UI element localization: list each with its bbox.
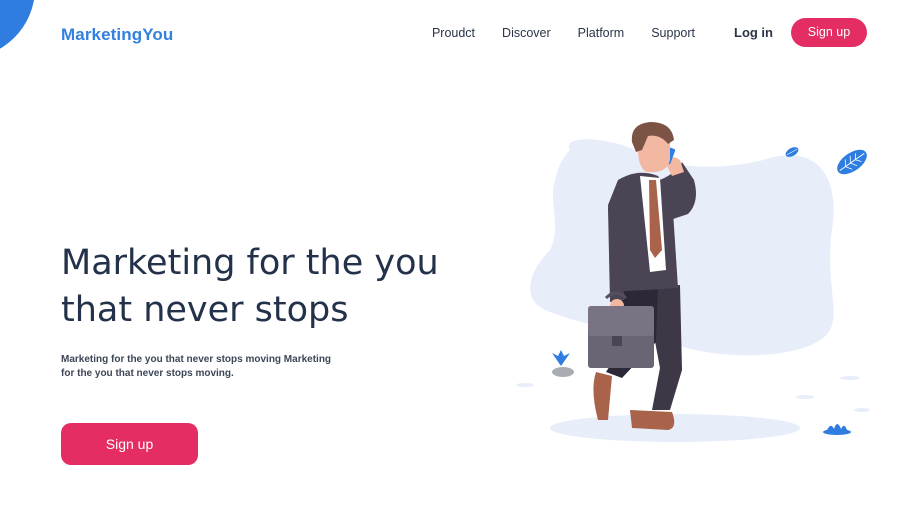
nav-link-discover[interactable]: Discover: [502, 26, 551, 40]
hero-signup-button[interactable]: Sign up: [61, 423, 198, 465]
hero-title: Marketing for the you that never stops: [61, 240, 481, 334]
ground-shadow: [550, 414, 800, 442]
brand-logo[interactable]: MarketingYou: [61, 25, 173, 45]
plant-left-icon: [552, 350, 574, 377]
nav-link-platform[interactable]: Platform: [578, 26, 625, 40]
businessman-illustration: [516, 122, 870, 442]
hero-title-line-1: Marketing for the you: [61, 243, 439, 283]
hero-title-line-2: that never stops: [61, 290, 349, 330]
login-link[interactable]: Log in: [734, 25, 773, 40]
nav-link-support[interactable]: Support: [651, 26, 695, 40]
top-nav: Proudct Discover Platform Support Log in…: [432, 18, 867, 47]
hero-subtitle: Marketing for the you that never stops m…: [61, 354, 332, 379]
corner-decoration: [0, 0, 35, 58]
nav-link-product[interactable]: Proudct: [432, 26, 475, 40]
leaf-large-icon: [837, 149, 867, 175]
plant-right-icon: [823, 424, 851, 435]
nav-signup-button[interactable]: Sign up: [791, 18, 867, 47]
